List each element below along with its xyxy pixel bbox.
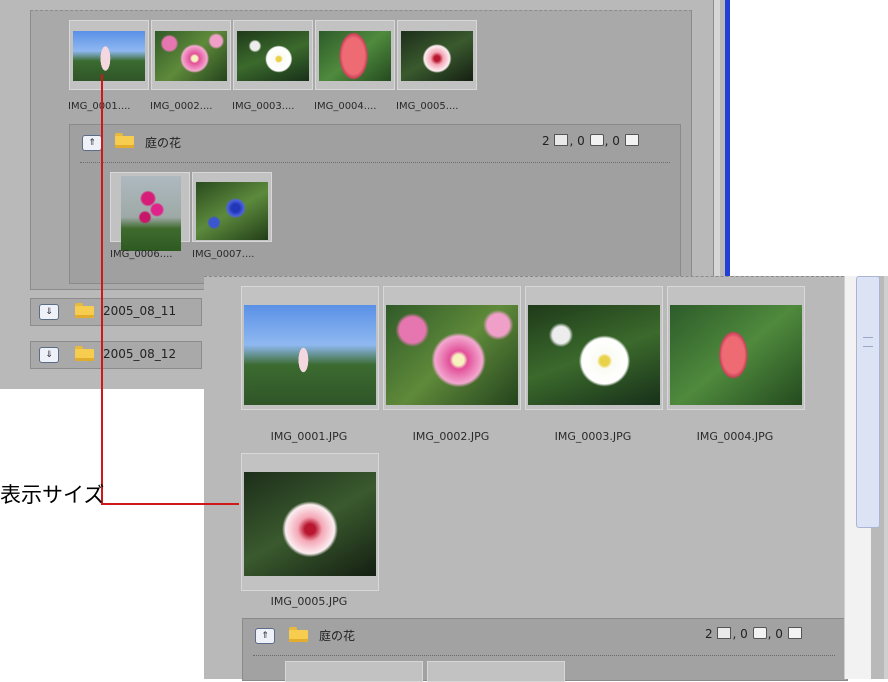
- music-note-icon: [589, 134, 604, 146]
- scrollbar-thumb[interactable]: [856, 276, 880, 528]
- thumbnail-caption: IMG_0007....: [192, 249, 255, 260]
- folder-icon: [787, 627, 802, 639]
- thumbnail-tile[interactable]: [525, 286, 663, 410]
- photo-magenta-primrose: [121, 176, 181, 251]
- photo-pink-clematis: [155, 31, 227, 81]
- thumbnail-caption: IMG_0006....: [110, 249, 173, 260]
- collapse-button[interactable]: ⇑: [82, 135, 102, 151]
- thumbnail-tile[interactable]: [241, 453, 379, 591]
- chevron-up-icon: ⇑: [261, 631, 269, 641]
- group-title: 2005_08_12: [103, 347, 177, 361]
- thumbnail-tile[interactable]: [241, 286, 379, 410]
- callout-label: 表示サイズ: [0, 483, 105, 507]
- thumbnail-tile[interactable]: [192, 172, 272, 242]
- window-border: [884, 276, 888, 679]
- thumbnail-caption: IMG_0002.JPG: [412, 430, 490, 443]
- thumbnail-tile[interactable]: [315, 20, 395, 90]
- image-count: 2: [542, 134, 550, 148]
- divider: [80, 162, 670, 163]
- callout-leader-line: [101, 74, 103, 504]
- image-icon: [554, 134, 569, 146]
- folder-count: , 0: [604, 134, 620, 148]
- photo-white-flower: [528, 305, 660, 405]
- callout-leader-line: [101, 503, 239, 505]
- photo-blue-cornflower: [196, 182, 268, 240]
- thumbnail-caption: IMG_0005....: [396, 101, 459, 112]
- thumbnail-tile[interactable]: [110, 172, 190, 251]
- folder-icon: [115, 133, 134, 148]
- group-title: 庭の花: [319, 629, 356, 643]
- thumbnail-caption: IMG_0004.JPG: [696, 430, 774, 443]
- photo-pink-clematis: [386, 305, 518, 405]
- photo-white-flower: [237, 31, 309, 81]
- image-count: 2: [705, 627, 713, 641]
- folder-icon: [75, 346, 94, 361]
- subfolder-group: ⇑ 庭の花 2 , 0 , 0: [242, 618, 848, 682]
- subfolder-group: ⇑ 庭の花 2 , 0 , 0 IMG_0006.... IMG_0007...…: [69, 124, 681, 284]
- thumbnail-tile[interactable]: [397, 20, 477, 90]
- chevron-down-icon: ⇓: [45, 350, 53, 360]
- folder-group-collapsed[interactable]: ⇓ 2005_08_12: [30, 341, 202, 369]
- thumbnail-caption: IMG_0002....: [150, 101, 213, 112]
- folder-icon: [289, 627, 308, 642]
- music-count: , 0: [569, 134, 585, 148]
- photo-sky-blossom: [244, 305, 376, 405]
- front-panel: IMG_0001.JPG IMG_0002.JPG IMG_0003.JPG I…: [204, 276, 888, 682]
- chevron-up-icon: ⇑: [88, 138, 96, 148]
- photo-red-bracts: [670, 305, 802, 405]
- thumbnail-caption: IMG_0003.JPG: [554, 430, 632, 443]
- photo-sky-blossom: [73, 31, 145, 81]
- photo-pink-lily: [244, 472, 376, 576]
- expand-button[interactable]: ⇓: [39, 304, 59, 320]
- window-border: [725, 0, 730, 280]
- photo-red-bracts: [319, 31, 391, 81]
- thumbnail-tile[interactable]: [69, 20, 149, 90]
- thumbnail-tile[interactable]: [233, 20, 313, 90]
- divider: [253, 655, 835, 656]
- folder-count: , 0: [767, 627, 783, 641]
- group-title: 庭の花: [145, 136, 182, 150]
- thumbnail-tile[interactable]: [667, 286, 805, 410]
- photo-pink-lily: [401, 31, 473, 81]
- folder-group-collapsed[interactable]: ⇓ 2005_08_11: [30, 298, 202, 326]
- expand-button[interactable]: ⇓: [39, 347, 59, 363]
- music-count: , 0: [732, 627, 748, 641]
- folder-icon: [75, 303, 94, 318]
- grip-icon: [863, 337, 873, 347]
- callout-leader-line: [136, 503, 138, 505]
- item-counts: 2 , 0 , 0: [705, 627, 803, 641]
- thumbnail-caption: IMG_0004....: [314, 101, 377, 112]
- thumbnail-tile[interactable]: [151, 20, 231, 90]
- chevron-down-icon: ⇓: [45, 307, 53, 317]
- thumbnail-caption: IMG_0001.JPG: [270, 430, 348, 443]
- divider: [204, 276, 844, 277]
- item-counts: 2 , 0 , 0: [542, 134, 640, 148]
- group-title: 2005_08_11: [103, 304, 177, 318]
- music-note-icon: [752, 627, 767, 639]
- image-icon: [717, 627, 732, 639]
- thumbnail-caption: IMG_0005.JPG: [270, 595, 348, 608]
- thumbnail-caption: IMG_0003....: [232, 101, 295, 112]
- collapse-button[interactable]: ⇑: [255, 628, 275, 644]
- folder-icon: [624, 134, 639, 146]
- thumbnail-caption: IMG_0001....: [68, 101, 131, 112]
- thumbnail-tile[interactable]: [383, 286, 521, 410]
